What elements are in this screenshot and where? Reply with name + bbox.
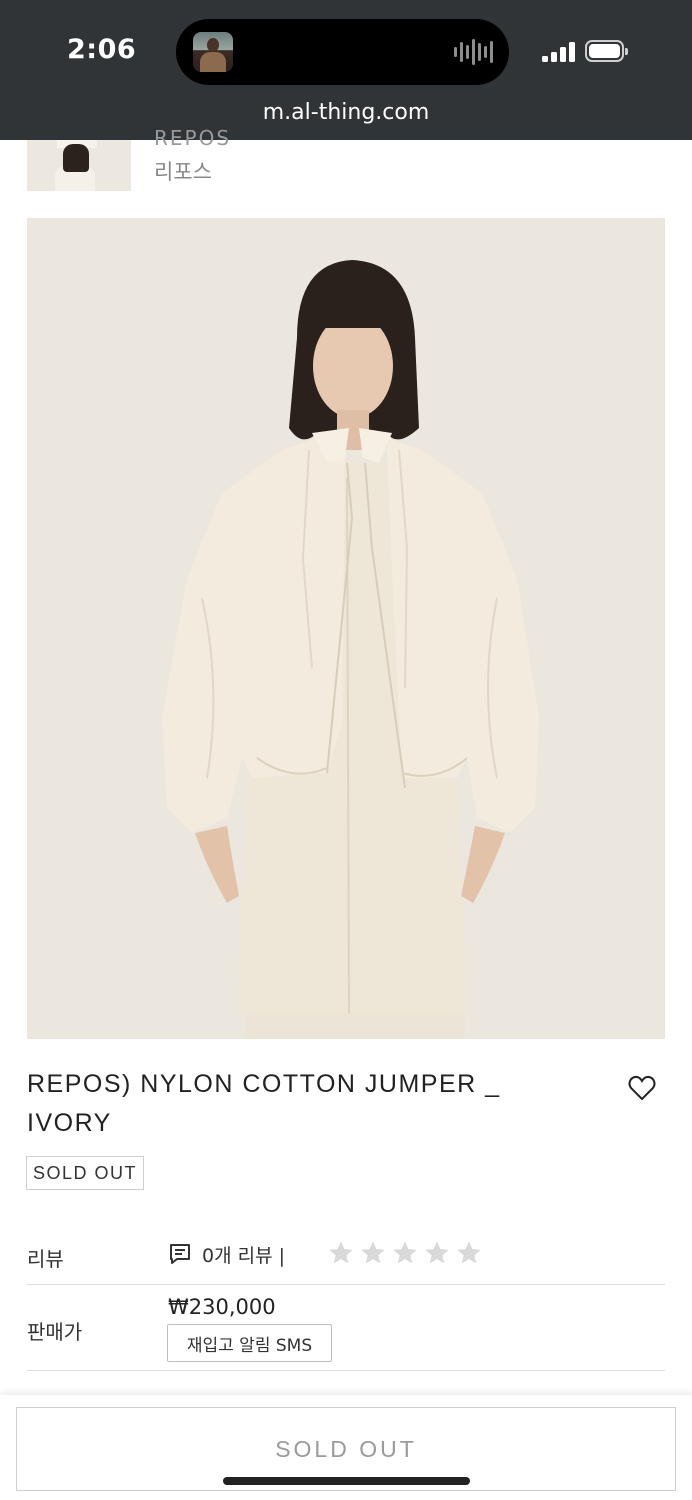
status-time: 2:06 bbox=[67, 34, 137, 65]
dynamic-island[interactable] bbox=[176, 19, 509, 85]
star-empty-icon bbox=[393, 1241, 417, 1264]
brand-name-en[interactable]: REPOS bbox=[154, 126, 231, 150]
divider bbox=[27, 1370, 665, 1371]
star-empty-icon bbox=[457, 1241, 481, 1264]
status-badge: SOLD OUT bbox=[26, 1156, 144, 1190]
star-empty-icon bbox=[329, 1241, 353, 1264]
address-bar-url[interactable]: m.al-thing.com bbox=[0, 100, 692, 125]
cellular-signal-icon bbox=[542, 42, 576, 62]
review-comment-icon bbox=[170, 1244, 190, 1264]
review-label: 리뷰 bbox=[27, 1247, 64, 1271]
wishlist-heart-icon[interactable] bbox=[628, 1075, 656, 1101]
status-bar: 2:06 m.al-thing.com bbox=[0, 0, 692, 140]
product-image[interactable] bbox=[27, 218, 665, 1039]
brand-thumbnail[interactable] bbox=[27, 140, 131, 191]
now-playing-artwork-icon bbox=[193, 32, 233, 72]
product-title: REPOS) NYLON COTTON JUMPER _ IVORY bbox=[27, 1070, 501, 1137]
brand-name-ko[interactable]: 리포스 bbox=[154, 156, 212, 186]
audio-waveform-icon bbox=[454, 38, 493, 66]
home-indicator[interactable] bbox=[223, 1477, 470, 1485]
review-count[interactable]: 0개 리뷰 | bbox=[202, 1241, 285, 1268]
battery-icon bbox=[585, 40, 628, 62]
price-value: ₩230,000 bbox=[168, 1295, 276, 1319]
product-photo-illustration bbox=[27, 218, 665, 1039]
star-empty-icon bbox=[425, 1241, 449, 1264]
divider bbox=[27, 1284, 665, 1285]
rating-stars bbox=[327, 1239, 483, 1267]
restock-sms-button[interactable]: 재입고 알림 SMS bbox=[167, 1324, 332, 1362]
star-empty-icon bbox=[361, 1241, 385, 1264]
price-label: 판매가 bbox=[27, 1320, 83, 1344]
